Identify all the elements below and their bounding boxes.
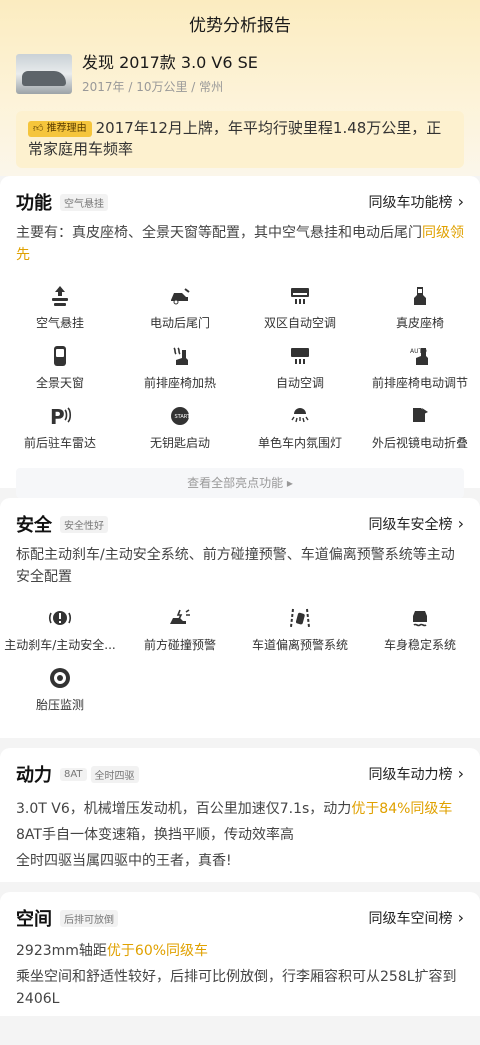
safety-feature-item[interactable]: 前方碰撞预警 bbox=[120, 606, 240, 666]
space-wheelbase: 2923mm轴距优于60%同级车 bbox=[16, 940, 464, 962]
function-feature-item[interactable]: START 无钥匙启动 bbox=[120, 404, 240, 464]
safety-feature-item[interactable]: 车道偏离预警系统 bbox=[240, 606, 360, 666]
function-rank-link[interactable]: 同级车功能榜 bbox=[369, 192, 464, 212]
car-thumbnail bbox=[16, 54, 72, 94]
lane-departure-icon bbox=[290, 608, 310, 628]
view-all-features-button[interactable]: 查看全部亮点功能 bbox=[16, 468, 464, 498]
function-feature-item[interactable]: 外后视镜电动折叠 bbox=[360, 404, 480, 464]
power-line-drive: 全时四驱当属四驱中的王者，真香! bbox=[16, 853, 232, 869]
function-feature-item[interactable]: P 前后驻车雷达 bbox=[0, 404, 120, 464]
power-line-engine: 3.0T V6，机械增压发动机，百公里加速仅7.1s，动力优于84%同级车 bbox=[16, 796, 464, 822]
parking-radar-icon: P bbox=[50, 405, 72, 428]
power-line-engine-highlight: 优于84%同级车 bbox=[351, 801, 453, 817]
auto-ac-icon bbox=[291, 348, 309, 364]
function-tag: 空气悬挂 bbox=[60, 193, 108, 211]
power-line-engine-text: 3.0T V6，机械增压发动机，百公里加速仅7.1s，动力 bbox=[16, 801, 352, 817]
report-header: 优势分析报告 发现 2017款 3.0 V6 SE 2017年 / 10万公里 … bbox=[0, 0, 480, 176]
seat-heating-icon bbox=[173, 347, 188, 365]
car-meta: 2017年 / 10万公里 / 常州 bbox=[82, 80, 224, 94]
safety-summary: 标配主动刹车/主动安全系统、前方碰撞预警、车道偏离预警系统等主动安全配置 bbox=[16, 547, 455, 585]
safety-feature-grid: 主动刹车/主动安全... 前方碰撞预警 车道偏离预警系统 车身稳定系统胎压监测 bbox=[0, 606, 480, 726]
safety-feature-item-label: 车身稳定系统 bbox=[383, 638, 456, 652]
active-brake-icon bbox=[49, 611, 71, 625]
safety-section: 安全 安全性好 同级车安全榜 标配主动刹车/主动安全系统、前方碰撞预警、车道偏离… bbox=[0, 498, 480, 738]
space-rank-link[interactable]: 同级车空间榜 bbox=[369, 908, 464, 928]
leather-seat-icon bbox=[414, 287, 426, 305]
svg-text:P: P bbox=[50, 405, 65, 428]
function-feature-item[interactable]: 单色车内氛围灯 bbox=[240, 404, 360, 464]
function-feature-item-label: 自动空调 bbox=[275, 376, 324, 390]
collision-warning-icon bbox=[170, 609, 190, 624]
mirror-fold-icon bbox=[413, 408, 428, 422]
safety-feature-item-label: 前方碰撞预警 bbox=[143, 638, 216, 652]
safety-feature-item[interactable]: 胎压监测 bbox=[0, 666, 120, 726]
function-feature-grid: 空气悬挂 电动后尾门 双区自动空调 真皮座椅全景天窗 前排座椅加热 自动空调 AUTO 前排座… bbox=[0, 284, 480, 464]
function-feature-item-label: 单色车内氛围灯 bbox=[257, 436, 342, 450]
function-feature-item[interactable]: 全景天窗 bbox=[0, 344, 120, 404]
car-name: 发现 2017款 3.0 V6 SE bbox=[82, 53, 258, 72]
thumb-up-icon: 👍︎ bbox=[33, 123, 44, 134]
function-feature-item-label: 前排座椅加热 bbox=[143, 376, 216, 390]
svg-text:START: START bbox=[175, 414, 191, 420]
function-feature-item-label: 空气悬挂 bbox=[35, 316, 84, 330]
safety-feature-item-label: 胎压监测 bbox=[35, 698, 84, 712]
function-feature-item-label: 全景天窗 bbox=[35, 376, 84, 390]
function-feature-item-label: 双区自动空调 bbox=[263, 316, 336, 330]
panoramic-sunroof-icon bbox=[54, 346, 66, 366]
safety-feature-item-label: 主动刹车/主动安全... bbox=[4, 638, 116, 652]
power-rank-link[interactable]: 同级车动力榜 bbox=[369, 764, 464, 784]
function-feature-item-label: 无钥匙启动 bbox=[149, 436, 210, 450]
stability-control-icon bbox=[413, 611, 427, 627]
function-feature-item[interactable]: 前排座椅加热 bbox=[120, 344, 240, 404]
function-section: 功能 空气悬挂 同级车功能榜 主要有：真皮座椅、全景天窗等配置，其中空气悬挂和电… bbox=[0, 176, 480, 498]
safety-feature-item[interactable]: 主动刹车/主动安全... bbox=[0, 606, 120, 666]
page-title: 优势分析报告 bbox=[189, 16, 291, 36]
function-feature-item-label: 前后驻车雷达 bbox=[23, 436, 96, 450]
safety-title: 安全 bbox=[16, 515, 52, 536]
power-line-gearbox: 8AT手自一体变速箱，换挡平顺，传动效率高 bbox=[16, 827, 294, 843]
recommend-reason-tag: 👍︎ 推荐理由 bbox=[28, 121, 92, 137]
space-description: 乘坐空间和舒适性较好，后排可比例放倒，行李厢容积可从258L扩容到2406L bbox=[16, 969, 457, 1007]
function-feature-item-label: 前排座椅电动调节 bbox=[371, 376, 468, 390]
power-title: 动力 bbox=[16, 765, 52, 786]
function-feature-item[interactable]: AUTO 前排座椅电动调节 bbox=[360, 344, 480, 404]
safety-feature-item[interactable]: 车身稳定系统 bbox=[360, 606, 480, 666]
function-feature-item[interactable]: 自动空调 bbox=[240, 344, 360, 404]
safety-tag: 安全性好 bbox=[60, 515, 108, 533]
power-tailgate-icon bbox=[171, 288, 190, 305]
power-tag-transmission: 8AT bbox=[60, 767, 87, 781]
function-summary: 主要有：真皮座椅、全景天窗等配置，其中空气悬挂和电动后尾门同级领先 bbox=[16, 222, 464, 266]
dual-zone-ac-icon bbox=[291, 288, 309, 304]
function-title: 功能 bbox=[16, 193, 52, 214]
reason-tag-label: 推荐理由 bbox=[46, 123, 87, 134]
power-seat-icon: AUTO bbox=[410, 348, 428, 365]
air-suspension-icon bbox=[52, 286, 68, 306]
function-feature-item[interactable]: 双区自动空调 bbox=[240, 284, 360, 344]
recommend-reason: 👍︎ 推荐理由 2017年12月上牌，年平均行驶里程1.48万公里，正常家庭用车… bbox=[16, 111, 464, 168]
function-feature-item[interactable]: 电动后尾门 bbox=[120, 284, 240, 344]
power-section: 动力 8AT 全时四驱 同级车动力榜 3.0T V6，机械增压发动机，百公里加速… bbox=[0, 748, 480, 882]
car-summary[interactable]: 发现 2017款 3.0 V6 SE 2017年 / 10万公里 / 常州 bbox=[0, 40, 480, 95]
space-wheelbase-text: 2923mm轴距 bbox=[16, 943, 107, 959]
space-title: 空间 bbox=[16, 909, 52, 930]
function-summary-text: 主要有：真皮座椅、全景天窗等配置，其中空气悬挂和电动后尾门 bbox=[16, 225, 422, 241]
space-section: 空间 后排可放倒 同级车空间榜 2923mm轴距优于60%同级车 乘坐空间和舒适… bbox=[0, 892, 480, 1016]
keyless-start-icon: START bbox=[171, 407, 191, 425]
ambient-light-icon bbox=[291, 408, 309, 423]
svg-text:AUTO: AUTO bbox=[410, 348, 427, 355]
safety-feature-item-label: 车道偏离预警系统 bbox=[251, 638, 348, 652]
tire-pressure-icon bbox=[50, 668, 70, 688]
power-tag-drive: 全时四驱 bbox=[90, 765, 139, 783]
space-tag: 后排可放倒 bbox=[60, 909, 118, 927]
space-wheelbase-highlight: 优于60%同级车 bbox=[106, 943, 209, 959]
function-feature-item[interactable]: 真皮座椅 bbox=[360, 284, 480, 344]
function-feature-item-label: 电动后尾门 bbox=[149, 316, 210, 330]
function-feature-item-label: 真皮座椅 bbox=[395, 316, 444, 330]
function-feature-item-label: 外后视镜电动折叠 bbox=[371, 436, 468, 450]
function-feature-item[interactable]: 空气悬挂 bbox=[0, 284, 120, 344]
safety-rank-link[interactable]: 同级车安全榜 bbox=[369, 514, 464, 534]
